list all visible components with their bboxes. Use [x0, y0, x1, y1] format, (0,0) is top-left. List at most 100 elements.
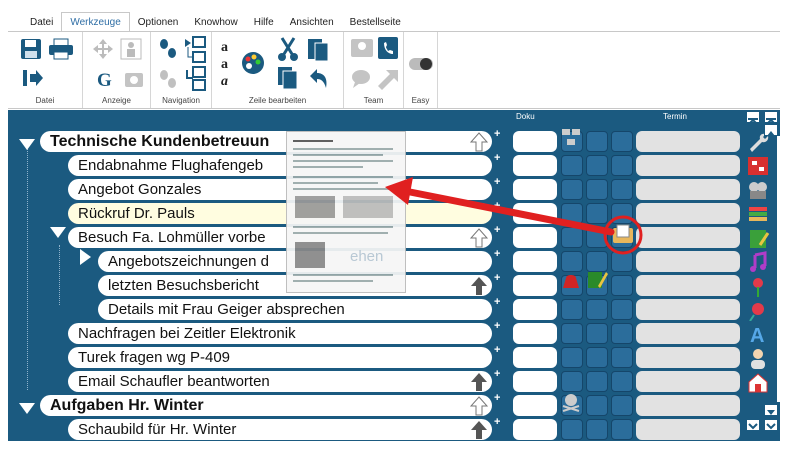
task-row-label[interactable]: Details mit Frau Geiger absprechen [98, 299, 492, 320]
scroll-to-top-button-2[interactable] [764, 111, 778, 125]
color-palette-icon[interactable] [240, 50, 266, 76]
doku-cell[interactable] [513, 155, 557, 176]
tree-expand-icon[interactable] [183, 36, 207, 64]
termin-cell[interactable] [636, 227, 740, 248]
add-subtask-button[interactable]: + [494, 368, 500, 380]
task-row-label[interactable]: Schaubild für Hr. Winter [68, 419, 492, 440]
camera-icon[interactable] [123, 68, 145, 90]
add-subtask-button[interactable]: + [494, 320, 500, 332]
music-note-icon[interactable] [746, 251, 770, 273]
film-camera-icon[interactable] [746, 179, 770, 201]
phone-book-icon[interactable] [376, 36, 400, 60]
collapse-arrow-icon[interactable] [19, 139, 35, 150]
priority-arrow-outline-icon[interactable] [470, 396, 488, 416]
termin-cell[interactable] [636, 347, 740, 368]
notebook-icon[interactable] [746, 227, 770, 249]
status-cell[interactable] [611, 323, 633, 344]
termin-cell[interactable] [636, 203, 740, 224]
status-cell[interactable] [561, 347, 583, 368]
status-cell[interactable] [611, 371, 633, 392]
print-icon[interactable] [48, 38, 74, 60]
doku-cell[interactable] [513, 131, 557, 152]
termin-cell[interactable] [636, 251, 740, 272]
font-g-icon[interactable]: G [95, 68, 119, 90]
status-cell[interactable] [611, 395, 633, 416]
status-cell[interactable] [586, 155, 608, 176]
status-cell[interactable] [561, 323, 583, 344]
status-cell[interactable] [586, 395, 608, 416]
doku-cell[interactable] [513, 323, 557, 344]
menu-optionen[interactable]: Optionen [130, 14, 187, 32]
status-cell[interactable] [586, 299, 608, 320]
person-icon[interactable] [746, 347, 770, 369]
status-cell[interactable] [611, 155, 633, 176]
cut-icon[interactable] [276, 36, 300, 62]
task-row-label[interactable]: Technische Kundenbetreuun [40, 131, 492, 152]
exit-icon[interactable] [22, 68, 44, 88]
scroll-down-button[interactable] [764, 404, 778, 416]
vertical-scrollbar-track[interactable] [777, 136, 781, 402]
status-cell[interactable] [611, 347, 633, 368]
footsteps-grey-icon[interactable] [157, 68, 179, 90]
termin-cell[interactable] [636, 275, 740, 296]
doku-cell[interactable] [513, 275, 557, 296]
priority-arrow-filled-icon[interactable] [470, 420, 488, 440]
skull-icon[interactable] [560, 392, 582, 412]
status-cell[interactable] [611, 419, 633, 440]
book-pencil-icon[interactable] [586, 268, 608, 290]
add-subtask-button[interactable]: + [494, 416, 500, 428]
doku-cell[interactable] [513, 299, 557, 320]
status-cell[interactable] [611, 299, 633, 320]
person-display-icon[interactable] [119, 37, 143, 61]
termin-cell[interactable] [636, 419, 740, 440]
network-icon[interactable] [560, 127, 582, 147]
menu-knowhow[interactable]: Knowhow [186, 14, 245, 32]
add-subtask-button[interactable]: + [494, 272, 500, 284]
menu-ansichten[interactable]: Ansichten [282, 14, 342, 32]
font-a-icon[interactable]: A [746, 323, 770, 345]
expand-arrow-icon[interactable] [80, 249, 91, 265]
add-subtask-button[interactable]: + [494, 128, 500, 140]
menu-werkzeuge[interactable]: Werkzeuge [61, 12, 130, 32]
footsteps-icon[interactable] [157, 37, 179, 61]
doku-cell[interactable] [513, 371, 557, 392]
easy-toggle-icon[interactable] [408, 56, 434, 72]
doku-cell[interactable] [513, 347, 557, 368]
status-cell[interactable] [561, 155, 583, 176]
status-cell[interactable] [586, 419, 608, 440]
add-subtask-button[interactable]: + [494, 152, 500, 164]
font-style-icon[interactable]: a a a [220, 38, 236, 90]
scroll-to-bottom-button-2[interactable] [764, 419, 778, 432]
task-row-label[interactable]: Turek fragen wg P-409 [68, 347, 492, 368]
scroll-to-bottom-button[interactable] [746, 419, 760, 432]
undo-icon[interactable] [306, 66, 330, 90]
termin-cell[interactable] [636, 323, 740, 344]
priority-arrow-filled-icon[interactable] [470, 276, 488, 296]
termin-cell[interactable] [636, 395, 740, 416]
menu-datei[interactable]: Datei [22, 14, 61, 32]
status-cell[interactable] [561, 371, 583, 392]
status-cell[interactable] [611, 131, 633, 152]
doku-cell[interactable] [513, 419, 557, 440]
add-subtask-button[interactable]: + [494, 296, 500, 308]
scissors-pin-icon[interactable] [746, 299, 770, 321]
scroll-up-button[interactable] [764, 124, 778, 136]
status-cell[interactable] [586, 347, 608, 368]
termin-cell[interactable] [636, 155, 740, 176]
alarm-icon[interactable] [560, 270, 582, 290]
flower-icon[interactable] [746, 275, 770, 297]
team-contact-icon[interactable] [350, 36, 374, 60]
task-row-label[interactable]: Aufgaben Hr. Winter [40, 395, 492, 416]
org-chart-icon[interactable] [746, 155, 770, 177]
paste-icon[interactable] [306, 36, 330, 62]
menu-bestellseite[interactable]: Bestellseite [342, 14, 409, 32]
copy-icon[interactable] [276, 66, 298, 90]
books-icon[interactable] [746, 203, 770, 225]
scroll-to-top-button[interactable] [746, 111, 760, 125]
termin-cell[interactable] [636, 371, 740, 392]
task-row-label[interactable]: Endabnahme Flughafengeb [68, 155, 492, 176]
status-cell[interactable] [611, 275, 633, 296]
add-subtask-button[interactable]: + [494, 392, 500, 404]
home-icon[interactable] [746, 371, 770, 393]
tree-collapse-icon[interactable] [183, 66, 207, 92]
